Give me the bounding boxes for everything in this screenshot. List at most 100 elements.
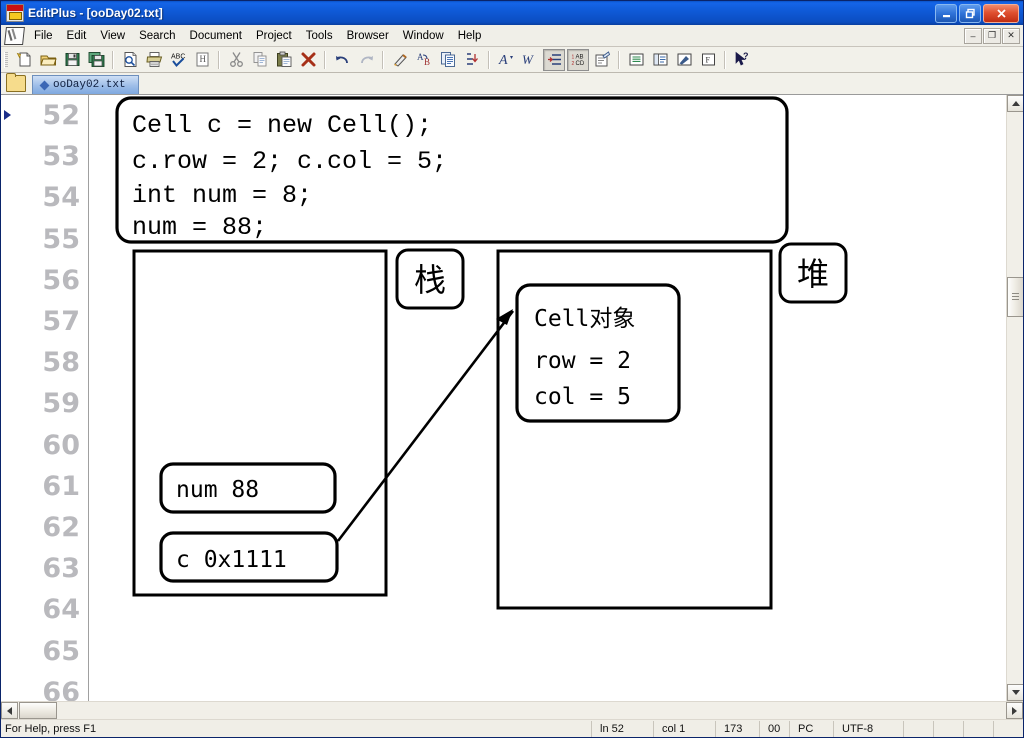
line-number: 63: [42, 553, 80, 585]
tab-ooday02[interactable]: ooDay02.txt: [32, 75, 139, 94]
toolbar-separator: [724, 50, 726, 69]
toolbar-separator: [112, 50, 114, 69]
menu-item-file[interactable]: File: [27, 27, 60, 45]
svg-text:W: W: [522, 52, 534, 67]
print-preview-icon[interactable]: [119, 49, 141, 71]
status-line: ln 52: [591, 720, 653, 737]
line-number: 64: [42, 594, 80, 626]
status-chars: 173: [715, 720, 759, 737]
status-extra-4: [993, 720, 1023, 737]
vertical-scrollbar[interactable]: [1006, 95, 1023, 701]
title-bar: EditPlus - [ooDay02.txt]: [1, 1, 1023, 25]
find-icon[interactable]: [389, 49, 411, 71]
line-number: 59: [42, 388, 80, 420]
spell-check-icon[interactable]: ABC: [167, 49, 189, 71]
status-column: col 1: [653, 720, 715, 737]
mdi-minimize-button[interactable]: –: [964, 27, 982, 44]
scroll-right-button[interactable]: [1006, 702, 1023, 719]
diagram-canvas[interactable]: Cell c = new Cell(); c.row = 2; c.col = …: [90, 95, 996, 701]
vertical-scroll-thumb[interactable]: [1007, 277, 1023, 317]
toolbar-separator: [218, 50, 220, 69]
menu-item-browser[interactable]: Browser: [340, 27, 396, 45]
undo-icon[interactable]: [331, 49, 353, 71]
cut-icon[interactable]: [225, 49, 247, 71]
redo-icon[interactable]: [355, 49, 377, 71]
menu-item-window[interactable]: Window: [396, 27, 451, 45]
menu-item-project[interactable]: Project: [249, 27, 299, 45]
editor-area: 52 53 54 55 56 57 58 59 60 61 62 63 64 6…: [1, 95, 1023, 701]
mdi-close-button[interactable]: ✕: [1002, 27, 1020, 44]
word-wrap-icon[interactable]: W: [519, 49, 541, 71]
goto-line-icon[interactable]: [461, 49, 483, 71]
svg-text:AB: AB: [575, 55, 583, 61]
scroll-left-arrow-icon: [7, 706, 12, 715]
delete-icon[interactable]: [297, 49, 319, 71]
menu-item-tools[interactable]: Tools: [299, 27, 340, 45]
replace-icon[interactable]: A B: [413, 49, 435, 71]
print-icon[interactable]: [143, 49, 165, 71]
code-line-4: num = 88;: [132, 213, 267, 242]
stack-label: 栈: [414, 261, 446, 299]
toggle-line-numbers-icon[interactable]: 1 2 AB CD: [567, 48, 589, 71]
line-number: 62: [42, 512, 80, 544]
svg-text:CD: CD: [575, 61, 584, 67]
scroll-left-button[interactable]: [1, 702, 18, 719]
restore-button[interactable]: [959, 3, 981, 23]
function-list-icon[interactable]: F: [697, 49, 719, 71]
status-extra-2: [933, 720, 963, 737]
menu-item-help[interactable]: Help: [451, 27, 489, 45]
menu-item-search[interactable]: Search: [132, 27, 182, 45]
line-number: 66: [42, 676, 80, 701]
cliptext-window-icon[interactable]: [673, 49, 695, 71]
horizontal-scrollbar[interactable]: [1, 701, 1023, 719]
context-help-icon[interactable]: ?: [731, 49, 753, 71]
modified-diamond-icon: [39, 80, 50, 90]
status-extra-1: [903, 720, 933, 737]
line-number: 56: [42, 264, 80, 296]
show-indent-guide-icon[interactable]: [543, 48, 565, 71]
mdi-restore-button[interactable]: ❐: [983, 27, 1001, 44]
svg-text:2: 2: [571, 61, 574, 67]
window-controls: [935, 3, 1019, 23]
bookmark-gutter[interactable]: [1, 95, 16, 701]
line-number: 65: [42, 635, 80, 667]
menu-item-document[interactable]: Document: [183, 27, 249, 45]
scroll-down-button[interactable]: [1007, 684, 1023, 701]
toolbar-separator: [488, 50, 490, 69]
font-icon[interactable]: A: [495, 49, 517, 71]
line-number: 57: [42, 306, 80, 338]
thumb-grip-icon: [1012, 292, 1019, 302]
code-line-3: int num = 8;: [132, 181, 312, 210]
status-help-text: For Help, press F1: [5, 722, 97, 735]
horizontal-scroll-thumb[interactable]: [19, 702, 57, 719]
save-all-icon[interactable]: [85, 49, 107, 71]
open-file-icon[interactable]: [37, 49, 59, 71]
menu-item-edit[interactable]: Edit: [60, 27, 94, 45]
line-number-gutter: 52 53 54 55 56 57 58 59 60 61 62 63 64 6…: [15, 95, 89, 701]
find-in-files-icon[interactable]: [437, 49, 459, 71]
line-number: 61: [42, 470, 80, 502]
current-line-arrow-icon: [4, 110, 11, 120]
minimize-button[interactable]: [935, 3, 957, 23]
save-icon[interactable]: [61, 49, 83, 71]
folder-icon[interactable]: [6, 73, 26, 92]
document-selector-icon[interactable]: [625, 49, 647, 71]
new-file-icon[interactable]: [13, 49, 35, 71]
svg-text:1: 1: [571, 55, 574, 61]
status-sel: 00: [759, 720, 789, 737]
paste-icon[interactable]: [273, 49, 295, 71]
copy-icon[interactable]: [249, 49, 271, 71]
toolbar-grip[interactable]: [4, 51, 8, 68]
code-line-2: c.row = 2; c.col = 5;: [132, 147, 447, 176]
status-extra-3: [963, 720, 993, 737]
stack-frame-label: c 0x1111: [176, 547, 287, 573]
directory-window-icon[interactable]: [649, 49, 671, 71]
close-button[interactable]: [983, 3, 1019, 23]
menu-item-view[interactable]: View: [93, 27, 132, 45]
menu-bar: File Edit View Search Document Project T…: [1, 25, 1023, 47]
line-number: 52: [42, 100, 80, 131]
header-footer-icon[interactable]: H: [191, 49, 213, 71]
user-tools-icon[interactable]: [591, 49, 613, 71]
svg-text:A: A: [417, 52, 424, 62]
scroll-up-button[interactable]: [1007, 95, 1023, 112]
